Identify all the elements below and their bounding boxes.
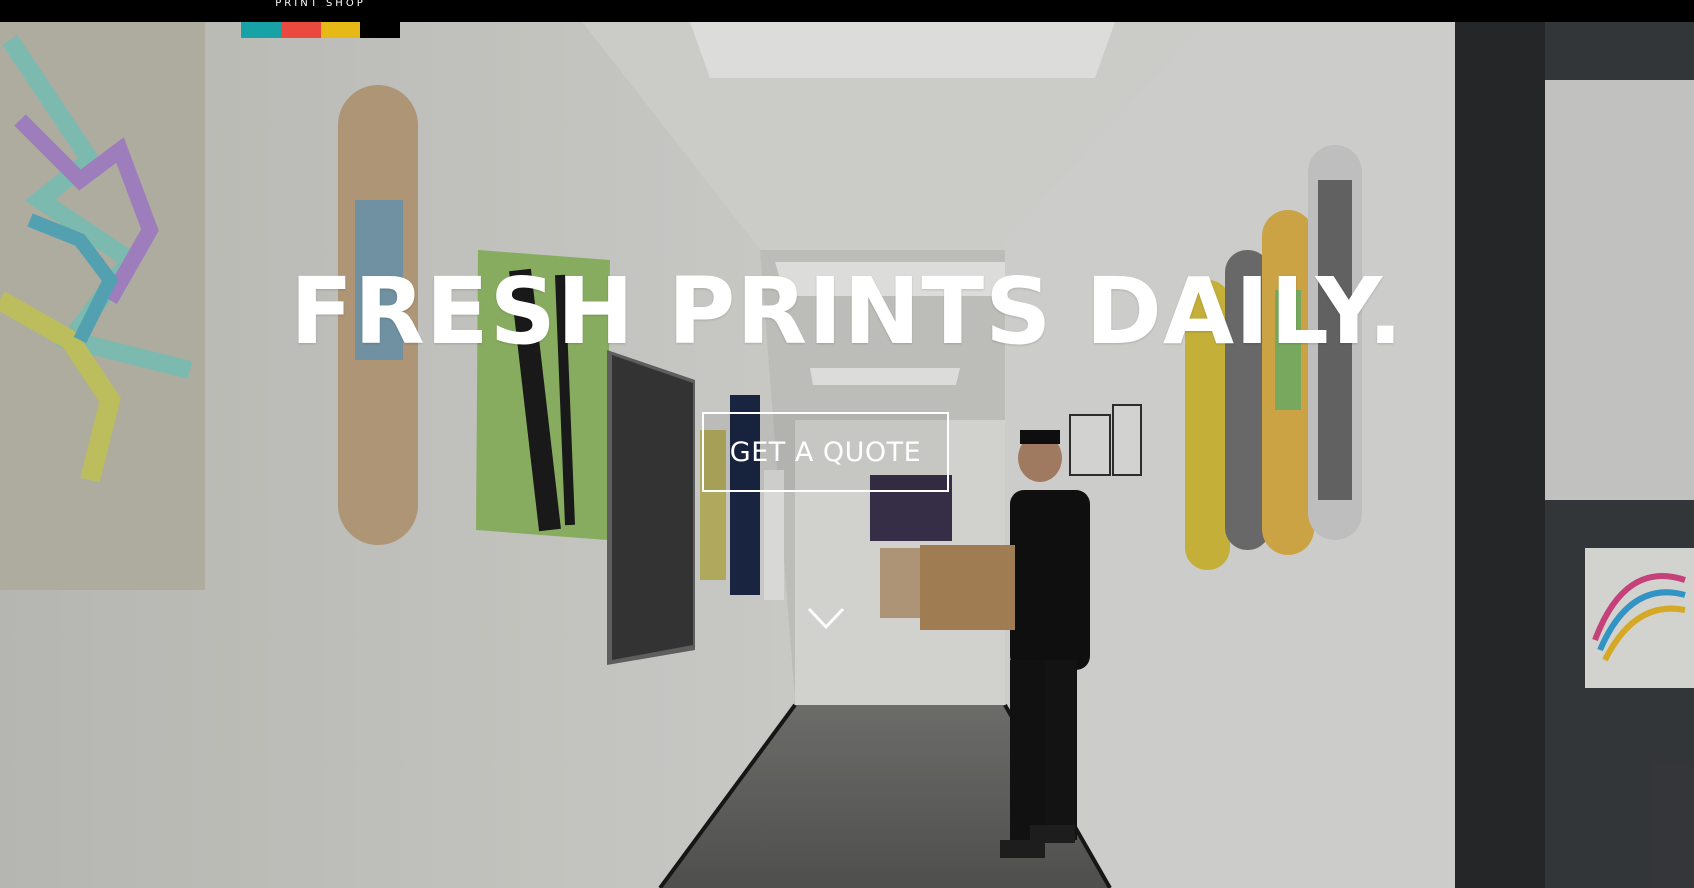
logo-color-bar xyxy=(241,22,400,38)
chevron-down-icon[interactable] xyxy=(806,606,846,632)
logo-swatch-teal xyxy=(241,22,281,38)
logo-text: PRINT SHOP xyxy=(275,0,366,9)
logo-swatch-black xyxy=(360,22,400,38)
logo-swatch-yellow xyxy=(321,22,360,38)
hero-section: PRINT SHOP FRESH PRINTS DAILY. GET A QUO… xyxy=(0,0,1694,888)
get-a-quote-button[interactable]: GET A QUOTE xyxy=(702,412,949,492)
logo-swatch-red xyxy=(281,22,321,38)
site-logo[interactable]: PRINT SHOP xyxy=(241,0,400,38)
hero-headline: FRESH PRINTS DAILY. xyxy=(290,258,1404,365)
